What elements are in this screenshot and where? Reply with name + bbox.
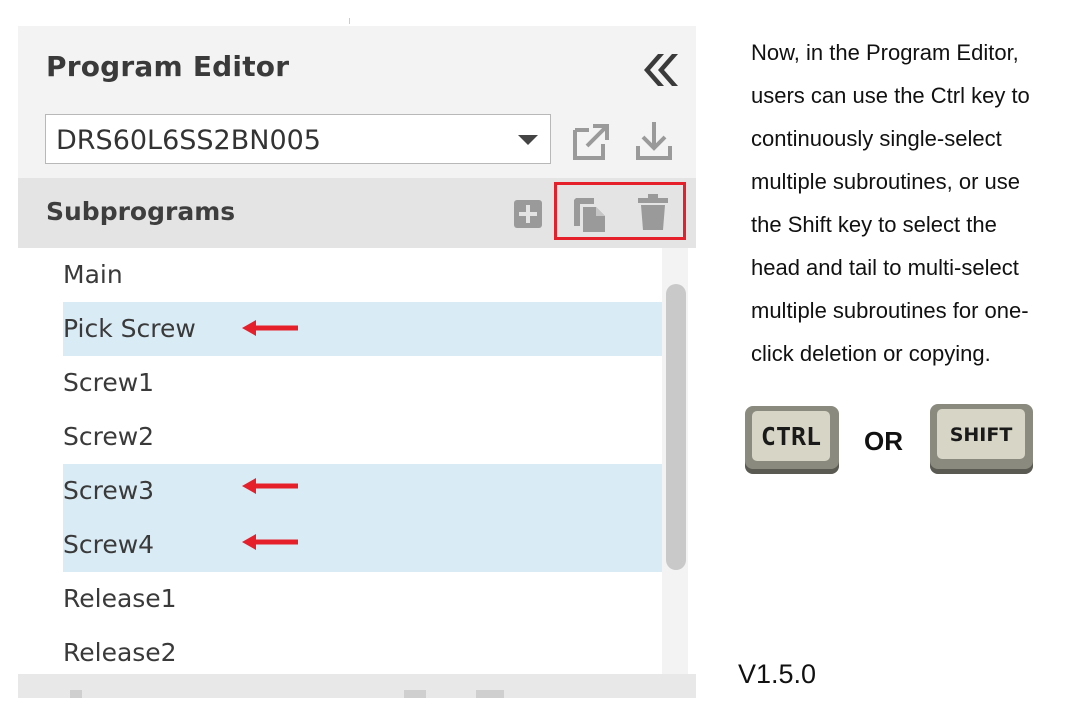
- description-line: users can use the Ctrl key to: [751, 83, 1030, 108]
- description-line: continuously single-select: [751, 126, 1002, 151]
- description-line: Now, in the Program Editor,: [751, 40, 1019, 65]
- list-scrollbar-thumb[interactable]: [666, 284, 686, 570]
- subprograms-title: Subprograms: [46, 197, 236, 226]
- panel-title: Program Editor: [46, 50, 290, 83]
- version-label: V1.5.0: [738, 659, 817, 689]
- shift-key-graphic: SHIFT: [930, 404, 1033, 474]
- program-select-value: DRS60L6SS2BN005: [56, 125, 321, 156]
- description-line: multiple subroutines for one-: [751, 298, 1029, 323]
- panel-header: Program Editor: [18, 26, 696, 112]
- list-item-label: Release1: [63, 584, 177, 613]
- selection-arrow-icon: [240, 476, 300, 496]
- list-item-label: Screw2: [63, 422, 155, 451]
- subprogram-list: Main Pick Screw Screw1 Screw2 Screw3 Scr…: [18, 248, 696, 674]
- toolbar-icon[interactable]: [70, 690, 82, 698]
- list-item[interactable]: Main: [63, 248, 663, 302]
- list-item-label: Main: [63, 260, 123, 289]
- ctrl-key-graphic: CTRL: [745, 406, 839, 474]
- list-item-label: Screw1: [63, 368, 155, 397]
- list-item-label: Screw4: [63, 530, 155, 559]
- list-item-label: Screw3: [63, 476, 155, 505]
- description-line: click deletion or copying.: [751, 341, 991, 366]
- list-item[interactable]: Release1: [63, 572, 663, 626]
- list-item-label: Pick Screw: [63, 314, 196, 343]
- description-line: multiple subroutines, or use: [751, 169, 1021, 194]
- description-line: the Shift key to select the: [751, 212, 997, 237]
- download-icon[interactable]: [634, 120, 674, 164]
- subprograms-header: Subprograms: [18, 178, 696, 248]
- or-label: OR: [864, 426, 903, 456]
- program-select-dropdown[interactable]: DRS60L6SS2BN005: [45, 114, 551, 164]
- list-item[interactable]: Release2: [63, 626, 663, 680]
- program-editor-panel: Program Editor DRS60L6SS2BN005 Subprogra…: [18, 26, 696, 698]
- open-external-icon[interactable]: [571, 122, 611, 162]
- description-text: Now, in the Program Editor, users can us…: [751, 31, 1081, 375]
- description-line: head and tail to multi-select: [751, 255, 1019, 280]
- collapse-panel-icon[interactable]: [636, 50, 680, 90]
- toolbar-icon[interactable]: [476, 690, 504, 698]
- list-item[interactable]: Screw2: [63, 410, 663, 464]
- toolbar-icon[interactable]: [404, 690, 426, 698]
- selection-arrow-icon: [240, 318, 300, 338]
- list-item-label: Release2: [63, 638, 177, 667]
- ctrl-key-label: CTRL: [752, 411, 830, 461]
- chevron-down-icon: [518, 135, 538, 145]
- selection-arrow-icon: [240, 532, 300, 552]
- shift-key-label: SHIFT: [937, 409, 1025, 459]
- list-item[interactable]: Screw4: [63, 518, 663, 572]
- list-item[interactable]: Screw1: [63, 356, 663, 410]
- top-divider-tick: [349, 18, 350, 24]
- bottom-toolbar: [18, 674, 696, 698]
- delete-icon[interactable]: [638, 194, 668, 234]
- copy-icon[interactable]: [572, 194, 608, 234]
- list-item[interactable]: Pick Screw: [63, 302, 663, 356]
- add-subprogram-icon[interactable]: [514, 200, 542, 228]
- list-item[interactable]: Screw3: [63, 464, 663, 518]
